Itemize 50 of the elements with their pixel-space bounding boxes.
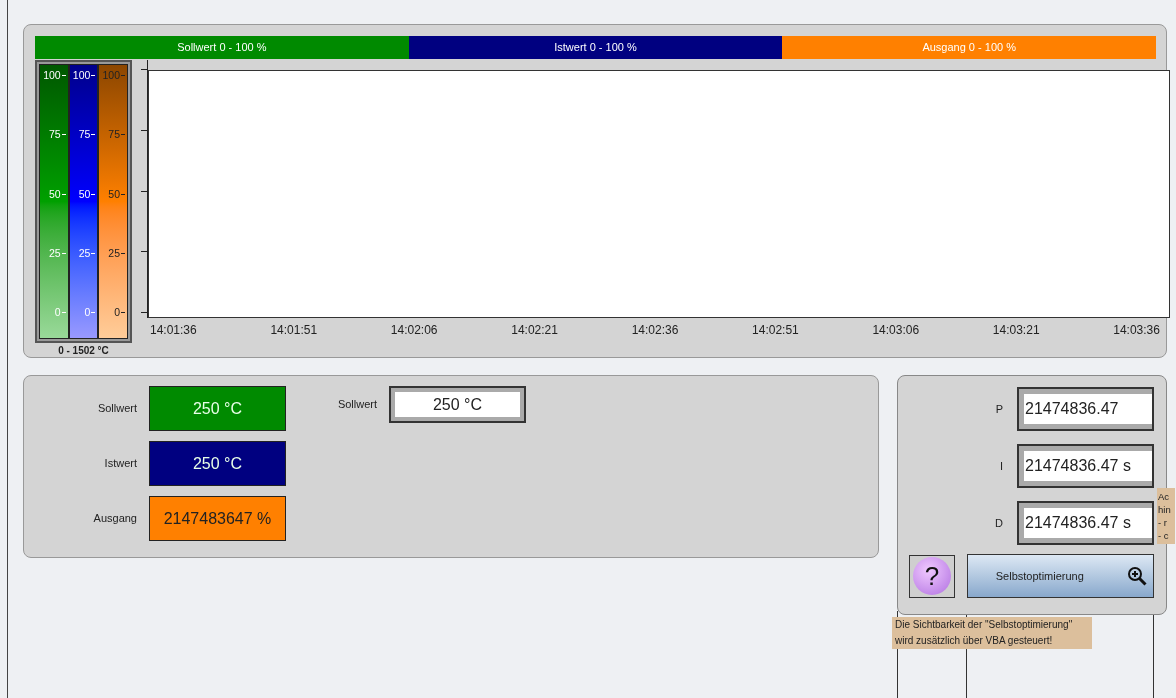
zoom-in-icon <box>1127 566 1147 586</box>
scale-label: 100 <box>72 70 91 81</box>
pid-field[interactable]: 21474836.47 s <box>1017 501 1154 545</box>
tooltip-line: - c <box>1158 529 1170 542</box>
scale-caption: 0 - 1502 °C <box>58 344 109 358</box>
time-label: 14:03:21 <box>992 322 1040 339</box>
optimize-button[interactable]: Selbstoptimierung <box>966 554 1154 598</box>
scale-label: 0 <box>54 307 61 318</box>
scale-label: 75 <box>78 129 91 141</box>
legend-bar: Sollwert 0 - 100 % <box>35 36 409 59</box>
pid-label: I <box>999 458 1003 474</box>
time-label: 14:02:21 <box>511 322 558 339</box>
scale-label: 100 <box>43 70 61 81</box>
tooltip-line: Ac <box>1158 490 1171 503</box>
time-label: 14:03:36 <box>1113 322 1160 339</box>
value-display: 250 °C <box>149 441 286 486</box>
time-label: 14:02:36 <box>631 322 679 339</box>
scale-label: 50 <box>108 188 120 200</box>
note-text: Die Sichtbarkeit der "Selbstoptimierung" wird zusätzlich über VBA gesteuert! <box>892 617 1092 649</box>
help-button[interactable]: ? <box>909 554 955 598</box>
time-label: 14:02:06 <box>390 322 438 339</box>
time-label: 14:03:06 <box>872 322 920 339</box>
scale-label: 50 <box>78 188 91 200</box>
setpoint-label: Sollwert <box>336 397 378 413</box>
value-display: 2147483647 % <box>149 496 286 541</box>
scale-label: 25 <box>78 247 91 259</box>
scale-label: 75 <box>108 129 120 141</box>
setpoint-field[interactable]: 250 °C <box>389 386 526 423</box>
legend-bar: Ausgang 0 - 100 % <box>782 36 1156 59</box>
scale-label: 100 <box>102 70 120 81</box>
scale-label: 0 <box>114 307 120 318</box>
legend-bar: Istwert 0 - 100 % <box>408 36 783 59</box>
tooltip-line: hin <box>1158 503 1172 516</box>
tooltip-line: - r <box>1158 516 1168 529</box>
scale-label: 75 <box>49 129 61 141</box>
value-display: 250 °C <box>149 386 286 431</box>
scale-label: 50 <box>49 188 61 200</box>
time-label: 14:02:51 <box>752 322 799 339</box>
time-label: 14:01:51 <box>270 322 318 339</box>
scale-label: 25 <box>49 247 61 259</box>
pid-label: P <box>995 401 1003 417</box>
time-label: 14:01:36 <box>150 322 197 339</box>
value-label: Istwert <box>103 456 138 472</box>
pid-label: D <box>995 515 1003 531</box>
scale-label: 25 <box>108 247 120 259</box>
scale-label: 0 <box>84 307 91 318</box>
value-label: Sollwert <box>96 401 138 417</box>
pid-field[interactable]: 21474836.47 <box>1017 387 1154 431</box>
pid-field[interactable]: 21474836.47 s <box>1017 444 1154 488</box>
value-label: Ausgang <box>92 511 138 527</box>
